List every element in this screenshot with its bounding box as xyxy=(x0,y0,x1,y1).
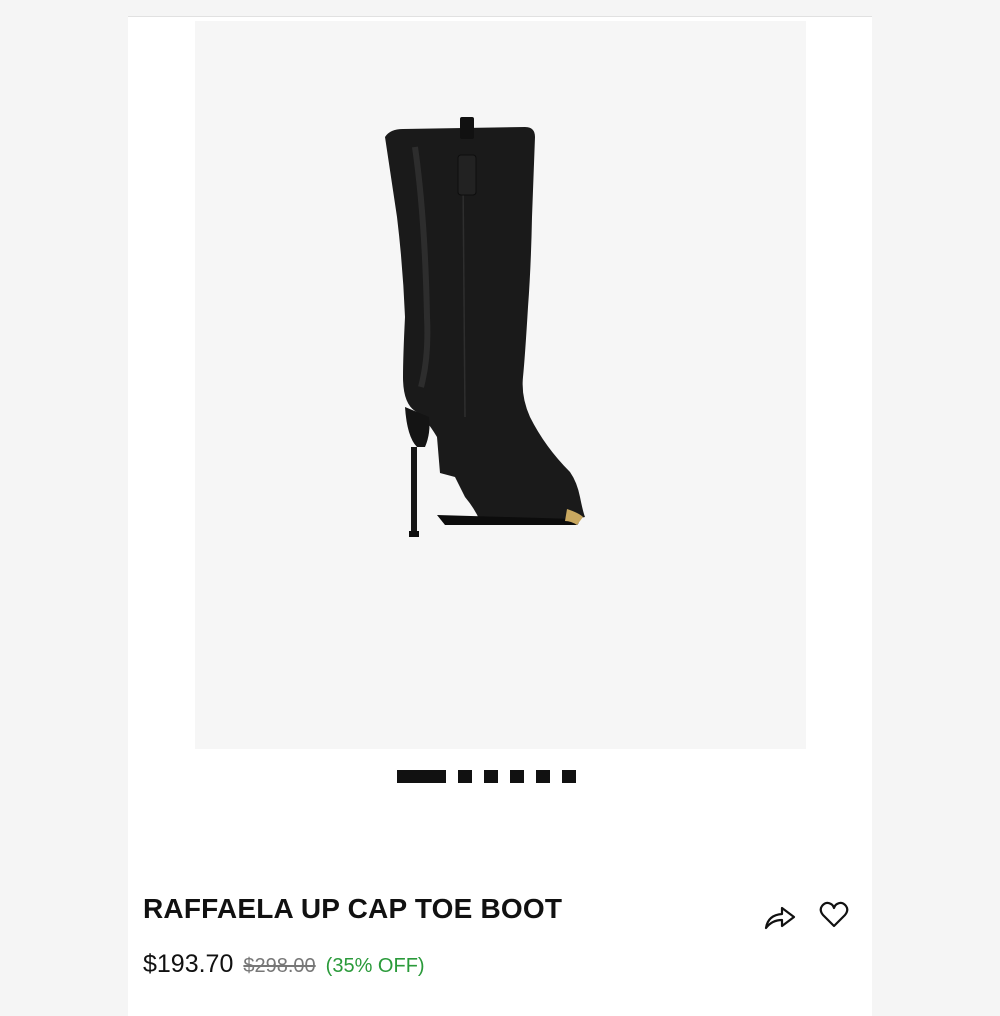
carousel-dot-6[interactable] xyxy=(562,769,576,783)
carousel-dot-4[interactable] xyxy=(510,769,524,783)
carousel-dot-3[interactable] xyxy=(484,769,498,783)
product-image[interactable] xyxy=(195,21,806,749)
carousel-dot-5[interactable] xyxy=(536,769,550,783)
carousel-dot-1[interactable] xyxy=(397,769,446,783)
sale-price: $193.70 xyxy=(143,950,234,978)
boot-image xyxy=(385,117,585,537)
product-title: RAFFAELA UP CAP TOE BOOT xyxy=(143,893,563,924)
original-price: $298.00 xyxy=(243,955,316,977)
carousel-dot-2[interactable] xyxy=(458,769,472,783)
product-panel: RAFFAELA UP CAP TOE BOOT $193.70 $298.00… xyxy=(128,16,872,1016)
left-margin xyxy=(0,0,128,1000)
heart-outline-icon xyxy=(819,901,849,928)
discount-label: (35% OFF) xyxy=(325,955,425,977)
share-button[interactable] xyxy=(762,899,798,935)
price-row: $193.70 $298.00 (35% OFF) xyxy=(143,950,425,979)
share-arrow-icon xyxy=(764,906,796,930)
carousel-indicators xyxy=(397,769,576,783)
right-margin xyxy=(872,0,1000,1000)
favorite-button[interactable] xyxy=(816,897,852,933)
